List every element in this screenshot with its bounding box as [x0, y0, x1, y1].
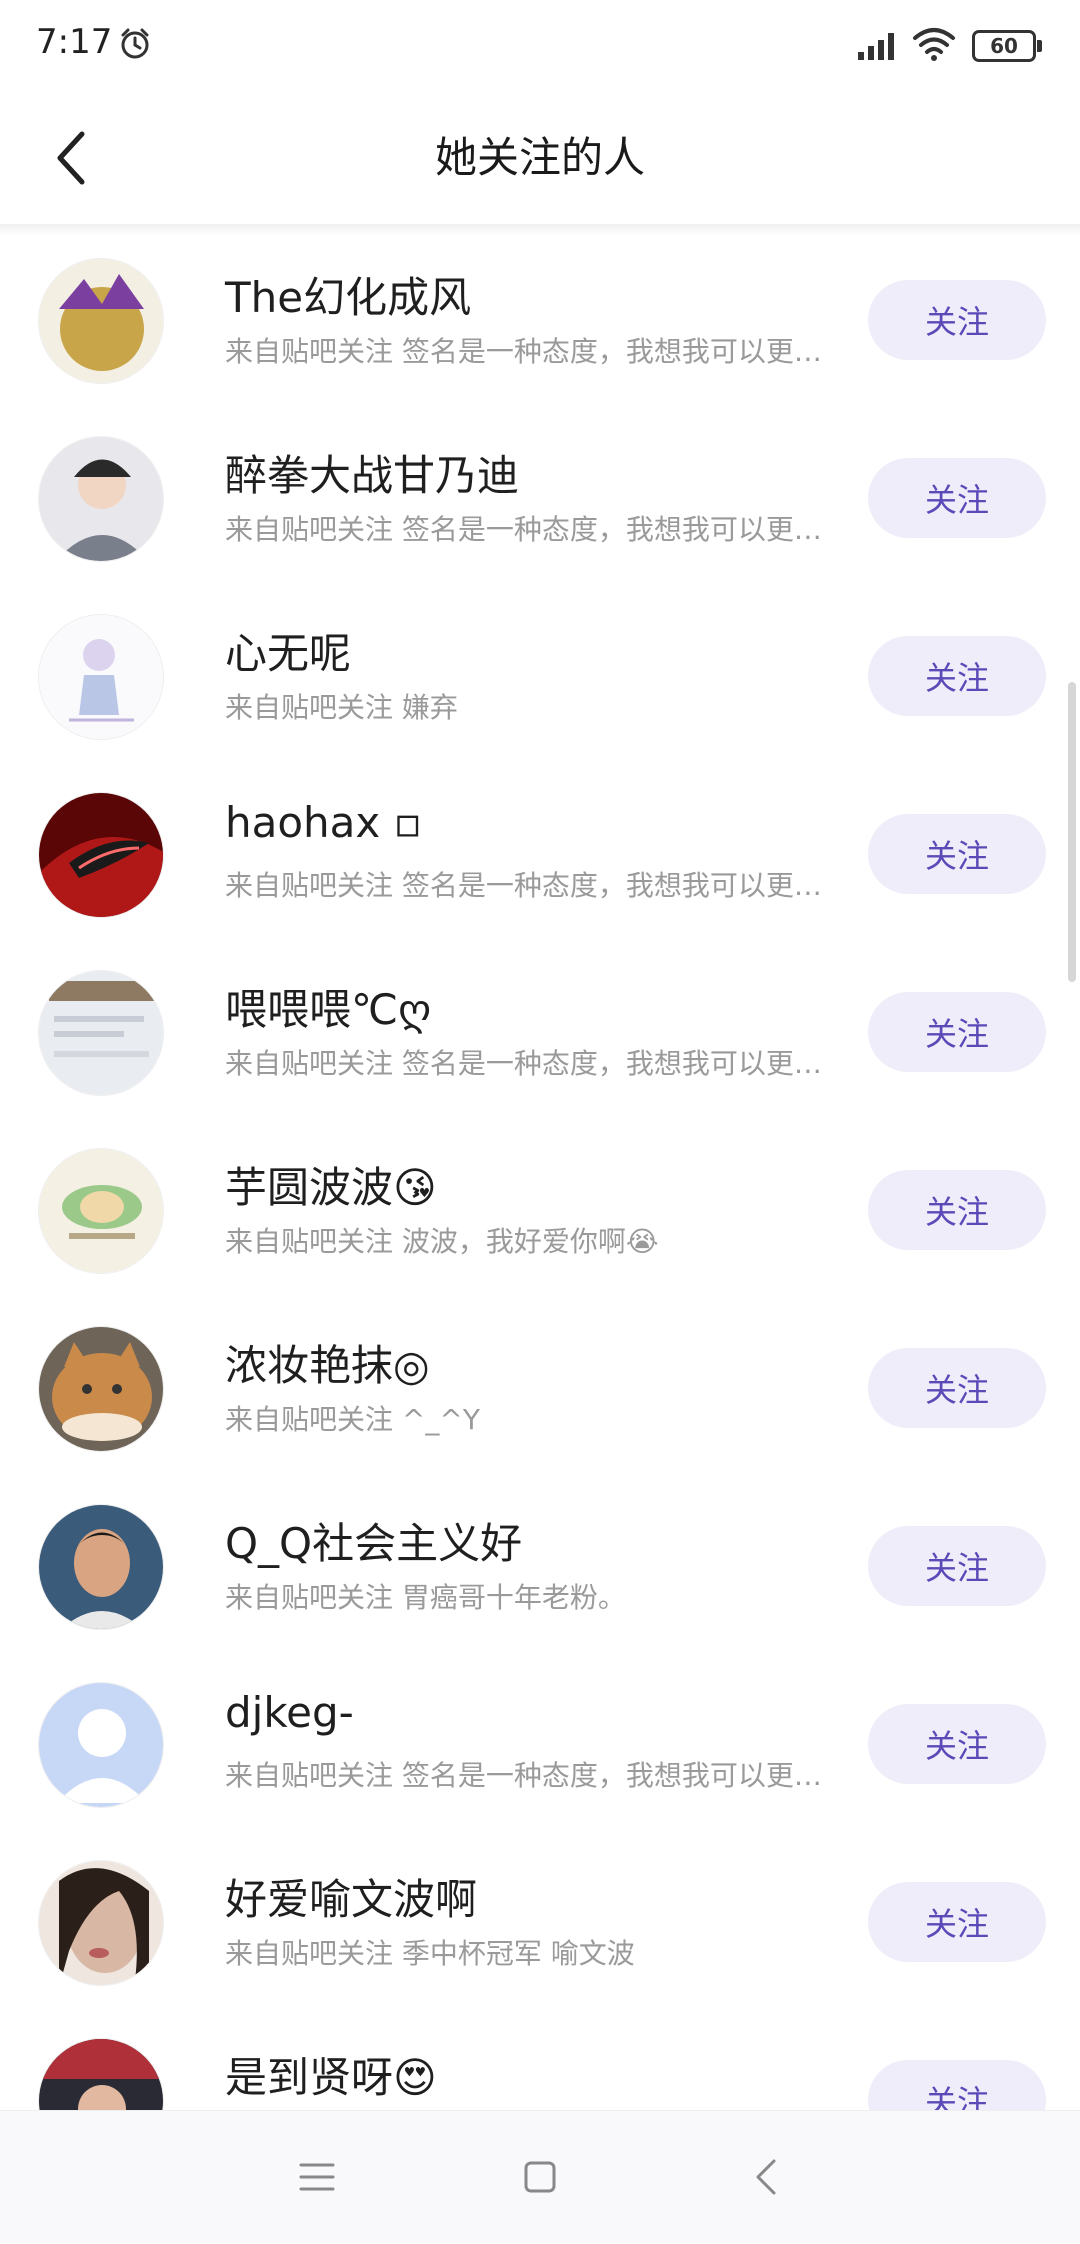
user-name[interactable]: 浓妆艳抹◎	[225, 1332, 430, 1393]
user-subtitle: 来自贴吧关注 嫌弃	[225, 691, 458, 724]
back-button[interactable]	[40, 126, 104, 190]
avatar[interactable]	[38, 436, 164, 562]
list-item[interactable]: djkeg- 来自贴吧关注 签名是一种态度，我想我可以更酷… 关注	[0, 1660, 1080, 1838]
avatar[interactable]	[38, 1148, 164, 1274]
menu-button[interactable]	[281, 2141, 353, 2213]
avatar[interactable]	[38, 614, 164, 740]
avatar[interactable]	[38, 1326, 164, 1452]
list-item[interactable]: The幻化成风 来自贴吧关注 签名是一种态度，我想我可以更酷… 关注	[0, 236, 1080, 414]
alarm-icon	[121, 28, 149, 59]
follow-button[interactable]: 关注	[868, 1348, 1046, 1428]
list-item[interactable]: 浓妆艳抹◎ 来自贴吧关注 ^_^Y 关注	[0, 1304, 1080, 1482]
user-subtitle: 来自贴吧关注 签名是一种态度，我想我可以更酷…	[225, 1047, 847, 1080]
user-name[interactable]: 是到贤呀😍	[225, 2044, 437, 2105]
user-name[interactable]: The幻化成风	[225, 264, 471, 325]
back-nav-button[interactable]	[730, 2141, 802, 2213]
follow-button[interactable]: 关注	[868, 992, 1046, 1072]
page-title: 她关注的人	[434, 133, 645, 182]
header-divider	[0, 224, 1080, 236]
menu-icon	[299, 2163, 335, 2191]
home-square-icon	[524, 2161, 556, 2193]
system-nav-bar	[0, 2110, 1080, 2244]
chevron-left-icon	[57, 131, 85, 185]
back-triangle-icon	[756, 2159, 776, 2195]
user-subtitle: 来自贴吧关注 季中杯冠军 喻文波	[225, 1937, 635, 1970]
avatar[interactable]	[38, 1504, 164, 1630]
user-subtitle: 来自贴吧关注 签名是一种态度，我想我可以更酷…	[225, 869, 847, 902]
user-subtitle: 来自贴吧关注 签名是一种态度，我想我可以更酷…	[225, 335, 847, 368]
list-item[interactable]: 喂喂喂℃ღ 来自贴吧关注 签名是一种态度，我想我可以更酷… 关注	[0, 948, 1080, 1126]
list-item[interactable]: 醉拳大战甘乃迪 来自贴吧关注 签名是一种态度，我想我可以更酷… 关注	[0, 414, 1080, 592]
avatar[interactable]	[38, 1682, 164, 1808]
user-name[interactable]: 喂喂喂℃ღ	[225, 976, 431, 1037]
scrollbar[interactable]	[1068, 682, 1076, 982]
follow-button[interactable]: 关注	[868, 1170, 1046, 1250]
list-item[interactable]: 是到贤呀😍 关注	[0, 2016, 1080, 2110]
home-button[interactable]	[504, 2141, 576, 2213]
avatar[interactable]	[38, 792, 164, 918]
follow-button[interactable]: 关注	[868, 1704, 1046, 1784]
user-subtitle: 来自贴吧关注 胃癌哥十年老粉。	[225, 1581, 626, 1614]
user-subtitle: 来自贴吧关注 波波，我好爱你啊😭	[225, 1225, 659, 1258]
status-bar: 7:17 60	[0, 0, 1080, 90]
list-item[interactable]: 好爱喻文波啊 来自贴吧关注 季中杯冠军 喻文波 关注	[0, 1838, 1080, 2016]
follow-button[interactable]: 关注	[868, 1526, 1046, 1606]
status-time: 7:17	[36, 22, 113, 62]
avatar[interactable]	[38, 970, 164, 1096]
wifi-icon	[913, 28, 955, 61]
list-item[interactable]: 芋圆波波😘 来自贴吧关注 波波，我好爱你啊😭 关注	[0, 1126, 1080, 1304]
user-subtitle: 来自贴吧关注 ^_^Y	[225, 1403, 480, 1436]
follow-button[interactable]: 关注	[868, 636, 1046, 716]
user-name[interactable]: 心无呢	[225, 620, 351, 681]
follow-button[interactable]: 关注	[868, 1882, 1046, 1962]
battery-level: 60	[972, 30, 1036, 62]
avatar[interactable]	[38, 1860, 164, 1986]
user-subtitle: 来自贴吧关注 签名是一种态度，我想我可以更酷…	[225, 1759, 847, 1792]
list-item[interactable]: Q_Q社会主义好 来自贴吧关注 胃癌哥十年老粉。 关注	[0, 1482, 1080, 1660]
signal-icon	[858, 33, 894, 60]
follow-button[interactable]: 关注	[868, 280, 1046, 360]
user-name[interactable]: 醉拳大战甘乃迪	[225, 442, 519, 503]
user-name[interactable]: 芋圆波波😘	[225, 1154, 437, 1215]
list-item[interactable]: haohax ▫ 来自贴吧关注 签名是一种态度，我想我可以更酷… 关注	[0, 770, 1080, 948]
user-name[interactable]: djkeg-	[225, 1688, 354, 1737]
following-list[interactable]: The幻化成风 来自贴吧关注 签名是一种态度，我想我可以更酷… 关注 醉拳大战甘…	[0, 236, 1080, 2110]
battery-icon: 60	[972, 30, 1042, 62]
follow-button[interactable]: 关注	[868, 2060, 1046, 2110]
follow-button[interactable]: 关注	[868, 814, 1046, 894]
avatar[interactable]	[38, 258, 164, 384]
avatar[interactable]	[38, 2038, 164, 2110]
list-item[interactable]: 心无呢 来自贴吧关注 嫌弃 关注	[0, 592, 1080, 770]
user-name[interactable]: Q_Q社会主义好	[225, 1510, 522, 1571]
user-name[interactable]: haohax ▫	[225, 798, 422, 847]
follow-button[interactable]: 关注	[868, 458, 1046, 538]
app-header: 她关注的人	[0, 90, 1080, 226]
user-name[interactable]: 好爱喻文波啊	[225, 1866, 477, 1927]
user-subtitle: 来自贴吧关注 签名是一种态度，我想我可以更酷…	[225, 513, 847, 546]
